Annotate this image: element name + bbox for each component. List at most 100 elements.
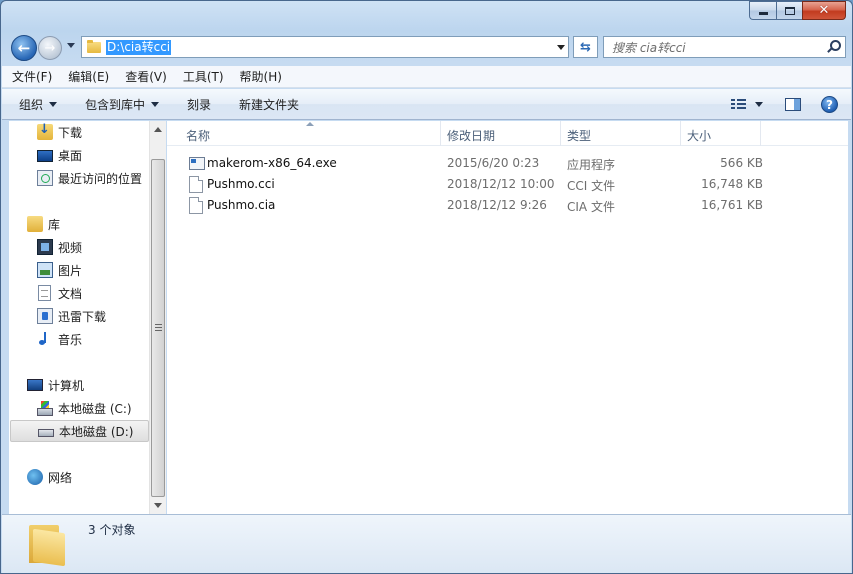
minimize-icon [758,12,768,15]
music-icon [37,331,53,347]
column-divider[interactable] [680,121,681,146]
search-icon[interactable] [825,39,841,55]
chevron-down-icon [49,101,58,107]
navigation-pane: 下载 桌面 最近访问的位置 库 视频 图片 文档 迅雷下载 音乐 计算机 本地磁… [9,121,166,514]
caption-buttons: ✕ [749,1,846,20]
back-arrow-icon: ← [17,39,31,57]
system-drive-icon [37,400,53,416]
file-date: 2015/6/20 0:23 [447,156,540,170]
recent-pages-dropdown[interactable] [67,43,75,48]
search-input[interactable]: 搜索 cia转cci [612,39,825,56]
file-size: 16,761 KB [701,198,763,212]
nav-item-documents[interactable]: 文档 [37,282,149,304]
file-size: 566 KB [720,156,763,170]
table-row[interactable]: makerom-x86_64.exe 2015/6/20 0:23 应用程序 5… [177,153,837,174]
downloads-icon [37,122,53,140]
file-name: makerom-x86_64.exe [207,156,337,170]
column-size[interactable]: 大小 [687,127,711,144]
address-bar[interactable]: D:\cia转cci [81,36,569,58]
recent-places-icon [37,170,53,186]
nav-item-music[interactable]: 音乐 [37,328,149,350]
table-row[interactable]: Pushmo.cia 2018/12/12 9:26 CIA 文件 16,761… [177,195,837,216]
chevron-down-icon [151,101,160,107]
nav-item-label: 网络 [48,470,73,485]
column-type[interactable]: 类型 [567,127,591,144]
nav-item-network[interactable]: 网络 [27,466,149,488]
file-list: 名称 修改日期 类型 大小 makerom-x86_64.exe 2015/6/… [167,121,848,514]
file-icon [189,197,203,214]
nav-item-label: 视频 [58,240,83,255]
folder-icon [29,521,67,567]
column-header: 名称 修改日期 类型 大小 [167,121,848,146]
column-name[interactable]: 名称 [186,127,210,144]
nav-item-desktop[interactable]: 桌面 [37,144,149,166]
address-row: ← → D:\cia转cci ⇆ 搜索 cia转cci [11,32,846,62]
nav-item-pictures[interactable]: 图片 [37,259,149,281]
forward-button[interactable]: → [38,36,62,60]
menu-file[interactable]: 文件(F) [12,68,52,85]
nav-item-recent[interactable]: 最近访问的位置 [37,167,149,189]
menu-help[interactable]: 帮助(H) [240,68,282,85]
nav-item-thunder-downloads[interactable]: 迅雷下载 [37,305,149,327]
nav-item-drive-c[interactable]: 本地磁盘 (C:) [37,397,149,419]
nav-scrollbar[interactable] [149,121,166,514]
address-path[interactable]: D:\cia转cci [106,39,172,55]
menu-edit[interactable]: 编辑(E) [68,68,109,85]
new-folder-button[interactable]: 新建文件夹 [239,96,299,113]
nav-item-library[interactable]: 库 [27,213,149,235]
refresh-button[interactable]: ⇆ [573,36,598,58]
nav-item-videos[interactable]: 视频 [37,236,149,258]
scroll-up-icon[interactable] [154,127,162,132]
file-date: 2018/12/12 9:26 [447,198,547,212]
network-icon [27,469,43,485]
burn-label: 刻录 [187,97,212,112]
command-bar: 组织 包含到库中 刻录 新建文件夹 ? [2,89,851,120]
include-in-library-button[interactable]: 包含到库中 [85,96,160,113]
nav-item-downloads[interactable]: 下载 [37,121,149,143]
minimize-button[interactable] [749,1,776,20]
file-name: Pushmo.cia [207,198,276,212]
column-divider[interactable] [760,121,761,146]
exe-icon [189,157,205,170]
menu-view[interactable]: 查看(V) [125,68,167,85]
video-icon [37,239,53,255]
nav-item-label: 图片 [58,263,83,278]
preview-pane-icon[interactable] [785,98,801,111]
item-count: 3 个对象 [88,523,136,537]
column-date[interactable]: 修改日期 [447,127,495,144]
scroll-down-icon[interactable] [154,503,162,508]
help-icon[interactable]: ? [821,96,838,113]
back-button[interactable]: ← [11,35,37,61]
drive-icon [38,429,54,437]
maximize-button[interactable] [776,1,802,20]
menu-tools[interactable]: 工具(T) [183,68,224,85]
desktop-icon [37,150,53,162]
forward-arrow-icon: → [44,40,56,56]
explorer-window: ✕ ← → D:\cia转cci ⇆ 搜索 cia转cci 文件(F) 编辑(E… [0,0,853,574]
nav-item-drive-d[interactable]: 本地磁盘 (D:) [10,420,149,442]
organize-button[interactable]: 组织 [19,96,58,113]
nav-item-label: 本地磁盘 (C:) [58,401,132,416]
burn-button[interactable]: 刻录 [187,96,211,113]
view-options-dropdown[interactable] [755,102,763,107]
scroll-thumb[interactable] [151,159,165,497]
close-button[interactable]: ✕ [802,1,846,20]
address-dropdown-icon[interactable] [557,45,565,50]
nav-item-label: 迅雷下载 [58,309,107,324]
library-icon [27,216,43,232]
nav-item-computer[interactable]: 计算机 [27,374,149,396]
search-box[interactable]: 搜索 cia转cci [603,36,846,58]
file-type: CIA 文件 [567,200,615,214]
refresh-icon: ⇆ [580,39,591,55]
grip-icon [155,324,162,331]
nav-item-label: 最近访问的位置 [58,171,143,186]
nav-item-label: 文档 [58,286,83,301]
column-divider[interactable] [440,121,441,146]
column-divider[interactable] [560,121,561,146]
document-icon [38,285,51,301]
nav-item-label: 本地磁盘 (D:) [59,424,134,439]
change-view-icon[interactable] [731,98,747,111]
picture-icon [37,262,53,278]
details-pane: 3 个对象 [2,514,851,573]
table-row[interactable]: Pushmo.cci 2018/12/12 10:00 CCI 文件 16,74… [177,174,837,195]
